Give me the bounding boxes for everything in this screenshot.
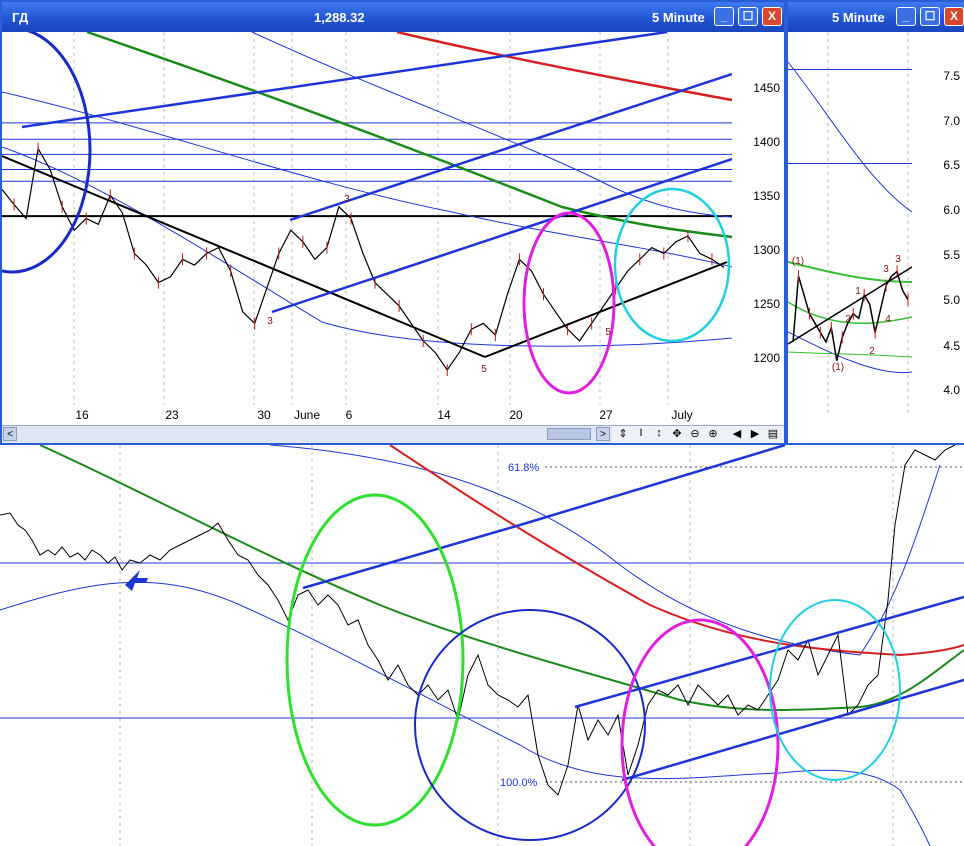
wave-label: 3 xyxy=(267,316,273,327)
side-price-axis: 7.5 7.0 6.5 6.0 5.5 5.0 4.5 4.0 xyxy=(912,32,964,417)
fib-61-label: 61.8% xyxy=(508,462,539,474)
side-wave-label: (1) xyxy=(832,362,844,373)
symbol-title: ГД xyxy=(12,10,29,25)
circle-magenta xyxy=(522,211,616,395)
side-price-tick: 7.5 xyxy=(943,69,960,83)
side-wave-label: (1) xyxy=(792,256,804,267)
interval-label: 5 Minute xyxy=(652,10,705,25)
date-tick: 14 xyxy=(437,408,451,422)
bottom-envelope-upper xyxy=(269,445,941,656)
side-chart-window: 5 Minute _ ☐ X (1) 1 2 3 4 (1) 2 3 7.5 7.0 6.5 … xyxy=(786,0,964,445)
main-date-axis: 16 23 30 June 6 14 20 27 July xyxy=(2,405,784,425)
date-tick: 27 xyxy=(599,408,613,422)
scroll-back-icon[interactable]: ◀ xyxy=(730,427,744,440)
price-tick: 1200 xyxy=(753,351,780,365)
background-chart: 61.8% 100.0% xyxy=(0,445,964,846)
side-wave-label: 3 xyxy=(883,264,889,275)
bottom-circles xyxy=(285,493,901,846)
side-wave-label: 3 xyxy=(895,254,901,265)
date-tick: June xyxy=(293,408,321,422)
wave-label: 5 xyxy=(481,364,487,375)
price-tick: 1400 xyxy=(753,135,780,149)
minimize-button[interactable]: _ xyxy=(714,7,734,26)
side-envelope-upper xyxy=(788,61,912,213)
scroll-forward-icon[interactable]: ▶ xyxy=(748,427,762,440)
horizontal-scrollbar[interactable]: < > xyxy=(2,425,612,443)
side-price-tick: 5.0 xyxy=(943,293,960,307)
side-wave-label: 2 xyxy=(869,346,875,357)
date-tick: July xyxy=(671,408,693,422)
cursor-icon[interactable]: I xyxy=(634,427,648,439)
price-readout: 1,288.32 xyxy=(314,10,365,25)
channel-mid xyxy=(289,72,732,222)
price-tick: 1250 xyxy=(753,297,780,311)
circle-cyan xyxy=(769,599,901,781)
side-price-tick: 4.5 xyxy=(943,339,960,353)
scroll-left-button[interactable]: < xyxy=(3,427,17,441)
circle-blue xyxy=(414,609,646,841)
pan-icon[interactable]: ✥ xyxy=(670,427,684,440)
date-tick: 20 xyxy=(509,408,523,422)
envelope-lower xyxy=(2,146,732,347)
side-titlebar[interactable]: 5 Minute _ ☐ X xyxy=(788,2,964,32)
vertical-zoom-icon[interactable]: ↕ xyxy=(652,427,666,439)
price-tick: 1350 xyxy=(753,189,780,203)
main-titlebar[interactable]: ГД 1,288.32 5 Minute _ ☐ X xyxy=(2,2,784,32)
date-tick: 16 xyxy=(75,408,89,422)
bottom-price-line xyxy=(0,445,956,796)
menu-icon[interactable]: ▤ xyxy=(766,427,780,440)
bottom-trend-lines xyxy=(302,445,964,782)
side-close-button[interactable]: X xyxy=(944,7,964,26)
main-price-axis: 1450 1400 1350 1300 1250 1200 xyxy=(732,32,784,405)
side-interval-label: 5 Minute xyxy=(832,10,885,25)
bottom-ma-green xyxy=(39,445,964,712)
date-tick: 23 xyxy=(165,408,179,422)
scroll-thumb[interactable] xyxy=(547,428,591,440)
main-price-chart[interactable]: 3 5 3 5 xyxy=(2,32,732,405)
price-tick: 1300 xyxy=(753,243,780,257)
side-wave-label: 2 xyxy=(845,314,851,325)
scroll-right-button[interactable]: > xyxy=(596,427,610,441)
side-price-tick: 5.5 xyxy=(943,248,960,262)
circle-green xyxy=(285,493,465,827)
trend-line-black xyxy=(484,261,728,358)
envelope-mid xyxy=(2,91,732,268)
zoom-out-icon[interactable]: ⊖ xyxy=(688,427,702,440)
fib-100-label: 100.0% xyxy=(500,777,538,789)
date-tick: 6 xyxy=(345,408,353,422)
close-button[interactable]: X xyxy=(762,7,782,26)
autoscale-icon[interactable]: ⇕ xyxy=(616,427,630,440)
maximize-button[interactable]: ☐ xyxy=(738,7,758,26)
price-tick: 1450 xyxy=(753,81,780,95)
zoom-in-icon[interactable]: ⊕ xyxy=(706,427,720,440)
side-wave-label: 4 xyxy=(885,314,891,325)
side-price-tick: 6.0 xyxy=(943,203,960,217)
bottom-envelope-lower xyxy=(0,581,931,846)
side-maximize-button[interactable]: ☐ xyxy=(920,7,940,26)
envelope-upper xyxy=(251,32,732,218)
side-ma-green-c xyxy=(788,351,912,358)
chart-toolbar: ⇕ I ↕ ✥ ⊖ ⊕ ◀ ▶ ▤ xyxy=(612,425,784,443)
main-chart-window: ГД 1,288.32 5 Minute _ ☐ X 3 5 3 5 1450 140… xyxy=(0,0,786,445)
side-price-tick: 4.0 xyxy=(943,383,960,397)
side-price-tick: 7.0 xyxy=(943,114,960,128)
date-tick: 30 xyxy=(257,408,271,422)
side-minimize-button[interactable]: _ xyxy=(896,7,916,26)
side-price-tick: 6.5 xyxy=(943,158,960,172)
wave-label: 3 xyxy=(344,194,350,205)
arrow-marker xyxy=(125,570,148,591)
channel-lower xyxy=(271,157,732,314)
side-price-chart[interactable]: (1) 1 2 3 4 (1) 2 3 xyxy=(788,32,912,417)
side-wave-label: 1 xyxy=(855,286,861,297)
bottom-horizontal-levels xyxy=(0,466,964,783)
channel-upper xyxy=(21,32,668,129)
wave-label: 5 xyxy=(605,327,611,338)
